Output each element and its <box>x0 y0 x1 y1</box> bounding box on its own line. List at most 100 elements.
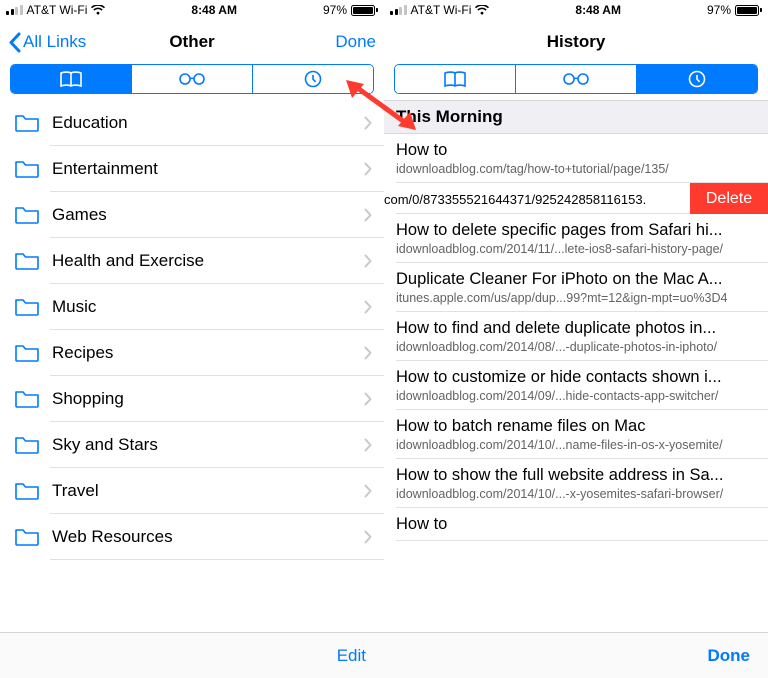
folder-label: Web Resources <box>52 527 364 547</box>
page-title: History <box>384 32 768 52</box>
chevron-right-icon <box>364 116 384 130</box>
folder-icon <box>14 296 40 318</box>
status-time: 8:48 AM <box>575 3 621 17</box>
signal-bars-icon <box>6 5 23 15</box>
delete-button[interactable]: Delete <box>690 183 768 214</box>
folder-row[interactable]: Web Resources <box>0 514 384 560</box>
folder-icon <box>14 434 40 456</box>
history-url: idownloadblog.com/2014/08/...-duplicate-… <box>396 340 756 354</box>
chevron-right-icon <box>364 438 384 452</box>
carrier-label: AT&T Wi-Fi <box>27 3 88 17</box>
folder-icon <box>14 342 40 364</box>
battery-percent: 97% <box>323 3 347 17</box>
screen-bookmarks-other: AT&T Wi-Fi 8:48 AM 97% All Links <box>0 0 384 678</box>
history-row[interactable]: How to find and delete duplicate photos … <box>384 312 768 361</box>
folder-label: Recipes <box>52 343 364 363</box>
view-segmented-control <box>394 64 758 94</box>
history-title: How to show the full website address in … <box>396 466 756 485</box>
folder-row[interactable]: Recipes <box>0 330 384 376</box>
battery-icon <box>735 5 762 16</box>
history-list: This Morning How to idownloadblog.com/tag… <box>384 100 768 632</box>
folder-label: Travel <box>52 481 364 501</box>
folder-row[interactable]: Games <box>0 192 384 238</box>
history-section-header: This Morning <box>384 100 768 134</box>
history-row[interactable]: How to batch rename files on Mac idownloa… <box>384 410 768 459</box>
folder-row[interactable]: Health and Exercise <box>0 238 384 284</box>
chevron-right-icon <box>364 530 384 544</box>
history-url: idownloadblog.com/2014/10/...-x-yosemite… <box>396 487 756 501</box>
done-button[interactable]: Done <box>708 646 751 666</box>
folder-icon <box>14 112 40 134</box>
tab-history[interactable] <box>252 65 373 93</box>
back-button[interactable]: All Links <box>8 32 86 53</box>
battery-icon <box>351 5 378 16</box>
history-url: .com/0/873355521644371/925242858116153 <box>384 192 684 207</box>
clock-icon <box>304 70 322 88</box>
nav-bar: All Links Other Done <box>0 20 384 64</box>
folder-list: Education Entertainment Games Health and Ex… <box>0 100 384 632</box>
folder-label: Entertainment <box>52 159 364 179</box>
tab-history[interactable] <box>636 65 757 93</box>
folder-row[interactable]: Sky and Stars <box>0 422 384 468</box>
edit-button[interactable]: Edit <box>337 646 366 666</box>
status-bar: AT&T Wi-Fi 8:48 AM 97% <box>384 0 768 20</box>
tab-bookmarks[interactable] <box>395 65 515 93</box>
tab-reading-list[interactable] <box>515 65 636 93</box>
view-segmented-control <box>10 64 374 94</box>
history-row[interactable]: How to customize or hide contacts shown … <box>384 361 768 410</box>
signal-bars-icon <box>390 5 407 15</box>
history-row-swiped[interactable]: .com/0/873355521644371/925242858116153 De… <box>384 183 768 214</box>
folder-label: Shopping <box>52 389 364 409</box>
history-title: How to <box>396 515 756 534</box>
folder-icon <box>14 250 40 272</box>
screen-history: AT&T Wi-Fi 8:48 AM 97% History <box>384 0 768 678</box>
folder-icon <box>14 480 40 502</box>
history-row[interactable]: How to idownloadblog.com/tag/how-to+tutor… <box>384 134 768 183</box>
folder-row[interactable]: Education <box>0 100 384 146</box>
history-row[interactable]: How to <box>384 508 768 541</box>
history-row[interactable]: How to delete specific pages from Safari… <box>384 214 768 263</box>
history-url: idownloadblog.com/2014/10/...name-files-… <box>396 438 756 452</box>
folder-label: Health and Exercise <box>52 251 364 271</box>
history-url: itunes.apple.com/us/app/dup...99?mt=12&i… <box>396 291 756 305</box>
history-title: How to batch rename files on Mac <box>396 417 756 436</box>
carrier-label: AT&T Wi-Fi <box>411 3 472 17</box>
book-icon <box>59 71 83 88</box>
history-row[interactable]: .com/0/873355521644371/925242858116153 <box>384 183 690 214</box>
chevron-left-icon <box>8 32 21 53</box>
bottom-toolbar: Edit <box>0 632 384 678</box>
book-icon <box>443 71 467 88</box>
folder-icon <box>14 204 40 226</box>
history-title: How to find and delete duplicate photos … <box>396 319 756 338</box>
tab-reading-list[interactable] <box>131 65 252 93</box>
tab-bookmarks[interactable] <box>11 65 131 93</box>
status-time: 8:48 AM <box>191 3 237 17</box>
chevron-right-icon <box>364 484 384 498</box>
history-title: How to customize or hide contacts shown … <box>396 368 756 387</box>
folder-label: Games <box>52 205 364 225</box>
wifi-icon <box>91 5 105 15</box>
folder-label: Education <box>52 113 364 133</box>
chevron-right-icon <box>364 392 384 406</box>
folder-icon <box>14 526 40 548</box>
history-title: How to delete specific pages from Safari… <box>396 221 756 240</box>
back-label: All Links <box>23 32 86 52</box>
history-title: How to <box>396 141 756 160</box>
folder-row[interactable]: Travel <box>0 468 384 514</box>
folder-icon <box>14 158 40 180</box>
folder-row[interactable]: Music <box>0 284 384 330</box>
chevron-right-icon <box>364 208 384 222</box>
folder-row[interactable]: Shopping <box>0 376 384 422</box>
folder-label: Sky and Stars <box>52 435 364 455</box>
history-title: Duplicate Cleaner For iPhoto on the Mac … <box>396 270 756 289</box>
history-row[interactable]: How to show the full website address in … <box>384 459 768 508</box>
glasses-icon <box>561 72 591 86</box>
folder-icon <box>14 388 40 410</box>
wifi-icon <box>475 5 489 15</box>
clock-icon <box>688 70 706 88</box>
history-url: idownloadblog.com/tag/how-to+tutorial/pa… <box>396 162 756 176</box>
history-row[interactable]: Duplicate Cleaner For iPhoto on the Mac … <box>384 263 768 312</box>
chevron-right-icon <box>364 254 384 268</box>
done-button[interactable]: Done <box>335 32 376 52</box>
folder-row[interactable]: Entertainment <box>0 146 384 192</box>
